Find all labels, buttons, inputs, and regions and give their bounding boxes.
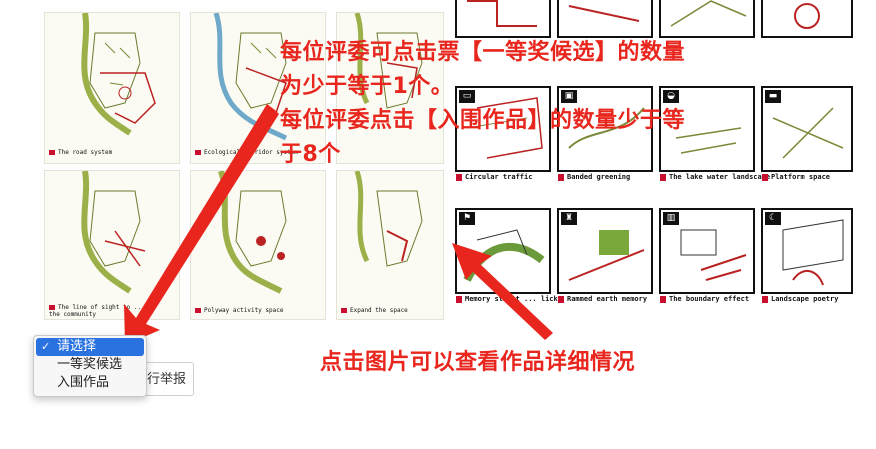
site-plan-image-6[interactable]: Expand the space: [336, 170, 444, 320]
tile-top-4[interactable]: [761, 0, 853, 38]
vote-select-dropdown[interactable]: ✓ 请选择 一等奖候选 入围作品: [33, 335, 147, 397]
panel-caption: The road system: [49, 149, 112, 156]
site-plan-drawing: [218, 171, 287, 294]
site-plan-drawing: [354, 171, 423, 267]
site-plan-drawing: [81, 13, 156, 136]
tile-caption: The lake water landscape: [660, 173, 770, 181]
tile-platform-space[interactable]: ▬: [761, 86, 853, 172]
dropdown-option-shortlisted-work[interactable]: 入围作品: [36, 374, 144, 392]
tile-caption: Rammed earth memory: [558, 295, 647, 303]
tile-caption: Platform space: [762, 173, 830, 181]
tile-top-2[interactable]: [557, 0, 653, 38]
bench-icon: ▬: [765, 90, 781, 103]
click-hint-annotation: 点击图片可以查看作品详细情况: [320, 350, 636, 375]
panel-caption: Polyway activity space: [195, 307, 283, 314]
tile-caption: Memory street ... lick: [456, 295, 558, 303]
annotation-line: 于8个: [280, 142, 341, 167]
tower-icon: ♜: [561, 212, 577, 225]
checkmark-icon: ✓: [41, 340, 51, 353]
plan-thumbnail: [794, 3, 820, 29]
plan-thumbnail: [568, 5, 640, 22]
voting-rule-annotation: 每位评委可点击票【一等奖候选】的数量 为少于等于1个。 每位评委点击【入围作品】…: [280, 36, 685, 172]
tile-memory-street[interactable]: ⚑: [455, 208, 551, 294]
tile-caption: The boundary effect: [660, 295, 749, 303]
annotation-line: 每位评委可点击票【一等奖候选】的数量: [280, 40, 686, 65]
plan-thumbnail: [467, 0, 537, 27]
tile-caption: Circular traffic: [456, 173, 532, 181]
site-plan-image-1[interactable]: The road system: [44, 12, 180, 164]
site-plan-drawing: [81, 171, 146, 294]
dropdown-option-please-select[interactable]: ✓ 请选择: [36, 338, 144, 356]
tile-rammed-earth-memory[interactable]: ♜: [557, 208, 653, 294]
annotation-line: 每位评委点击【入围作品】的数量少于等: [280, 108, 686, 133]
tile-boundary-effect[interactable]: ▥: [659, 208, 755, 294]
building-icon: ▥: [663, 212, 679, 225]
dropdown-option-first-prize-candidate[interactable]: 一等奖候选: [36, 356, 144, 374]
site-plan-image-4[interactable]: The line of sight to ... in the communit…: [44, 170, 180, 320]
panel-caption: Expand the space: [341, 307, 408, 314]
site-plan-image-5[interactable]: Polyway activity space: [190, 170, 326, 320]
tile-landscape-poetry[interactable]: ☾: [761, 208, 853, 294]
tile-top-3[interactable]: [659, 0, 755, 38]
annotation-line: 为少于等于1个。: [280, 74, 454, 99]
panel-caption: The line of sight to ... in the communit…: [49, 304, 156, 318]
moon-icon: ☾: [765, 212, 781, 225]
tile-caption: Banded greening: [558, 173, 630, 181]
tile-top-1[interactable]: [455, 0, 551, 38]
tile-caption: Landscape poetry: [762, 295, 838, 303]
flag-icon: ⚑: [459, 212, 475, 225]
plan-thumbnail: [670, 0, 747, 27]
